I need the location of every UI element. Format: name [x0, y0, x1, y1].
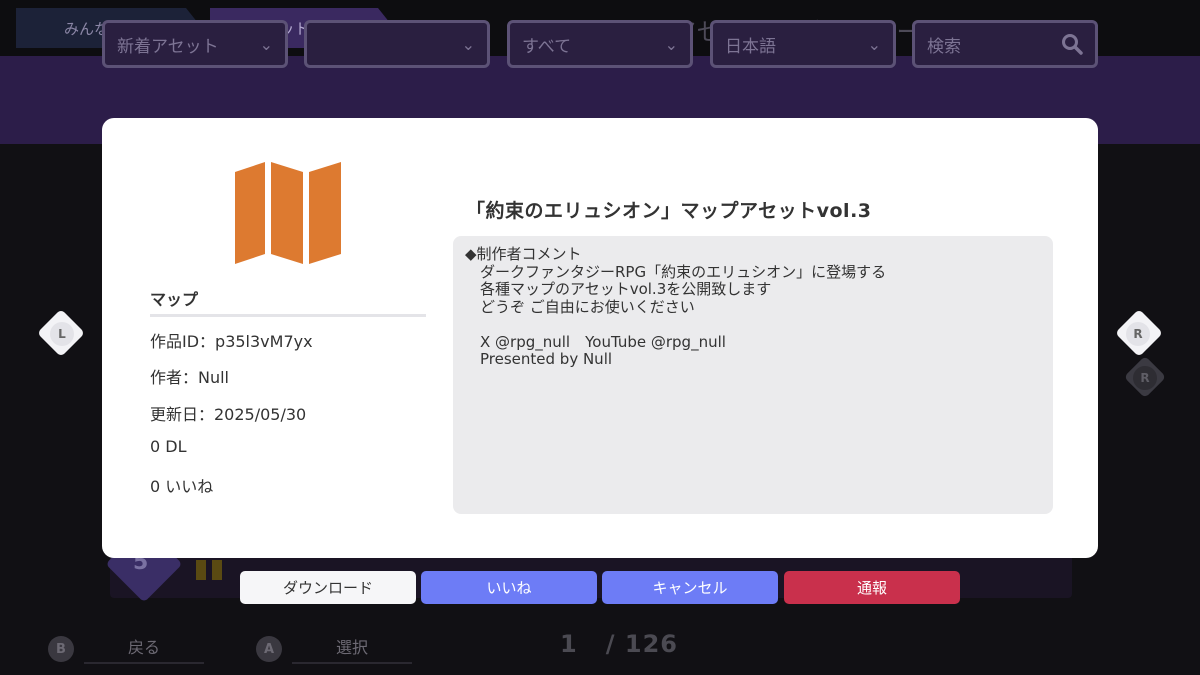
sort-dropdown-value: 新着アセット [117, 36, 219, 57]
download-button[interactable]: ダウンロード [240, 571, 416, 604]
updated-date: 更新日：2025/05/30 [150, 405, 307, 424]
search-input[interactable]: 検索 [912, 20, 1098, 68]
b-key-icon: B [48, 636, 74, 662]
cancel-button[interactable]: キャンセル [602, 571, 778, 604]
language-dropdown[interactable]: 日本語 ⌄ [710, 20, 896, 68]
work-id: 作品ID：p35l3vM7yx [150, 332, 313, 351]
like-button[interactable]: いいね [421, 571, 597, 604]
select-label: 選択 [292, 634, 412, 664]
chevron-down-icon: ⌄ [664, 34, 678, 54]
asset-type-label: マップ [150, 286, 426, 317]
asset-title: 「約束のエリュシオン」マップアセットvol.3 [466, 200, 872, 222]
author: 作者：Null [150, 368, 230, 387]
page-current: 1 [560, 630, 578, 658]
back-label: 戻る [84, 634, 204, 664]
asset-detail-modal: マップ 作品ID：p35l3vM7yx 作者：Null 更新日：2025/05/… [102, 118, 1098, 558]
scope-dropdown-value: すべて [522, 36, 572, 57]
author-comment: ◆制作者コメント ダークファンタジーRPG「約束のエリュシオン」に登場する 各種… [453, 236, 1053, 514]
page-total: / 126 [605, 630, 678, 658]
page-indicator: 1 / 126 [560, 630, 678, 658]
language-dropdown-value: 日本語 [725, 36, 776, 57]
download-count: 0 DL [150, 437, 187, 456]
chevron-down-icon: ⌄ [461, 34, 475, 54]
chevron-down-icon: ⌄ [259, 34, 273, 54]
map-icon [235, 162, 341, 264]
l-key-icon: L [50, 322, 74, 346]
scope-dropdown[interactable]: すべて ⌄ [507, 20, 693, 68]
sort-dropdown[interactable]: 新着アセット ⌄ [102, 20, 288, 68]
search-placeholder: 検索 [927, 36, 961, 57]
pause-icon [196, 560, 222, 580]
back-button[interactable]: B 戻る [48, 634, 204, 664]
select-button[interactable]: A 選択 [256, 634, 412, 664]
chevron-down-icon: ⌄ [867, 34, 881, 54]
a-key-icon: A [256, 636, 282, 662]
search-icon [1062, 34, 1083, 55]
category-dropdown[interactable]: ⌄ [304, 20, 490, 68]
like-count: 0 いいね [150, 477, 214, 496]
r-key-icon: R [1126, 322, 1150, 346]
report-button[interactable]: 通報 [784, 571, 960, 604]
r-key-icon-dim: R [1133, 366, 1157, 390]
